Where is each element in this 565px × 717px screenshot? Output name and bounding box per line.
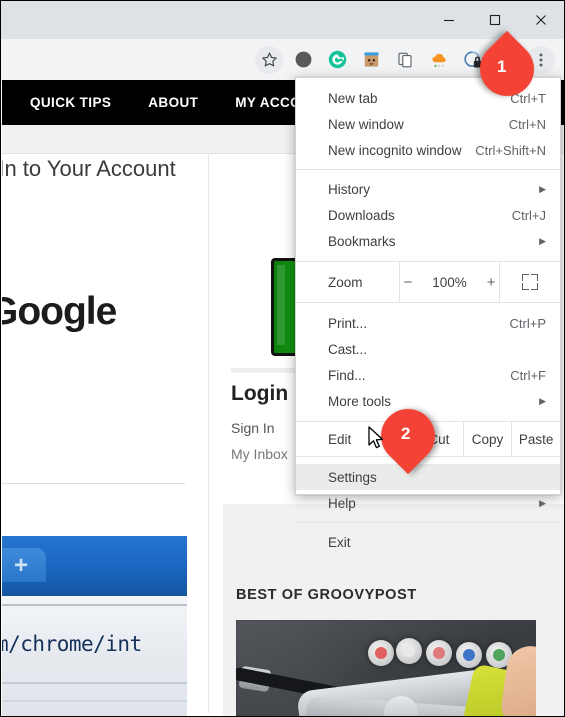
menu-item-label: Help [328, 495, 356, 511]
menu-item-accel: Ctrl+Shift+N [475, 142, 546, 158]
menu-separator [296, 522, 560, 523]
post-thumbnail-image [236, 620, 536, 716]
menu-item-label: Exit [328, 534, 351, 550]
paste-button[interactable]: Paste [511, 422, 560, 456]
fullscreen-icon [522, 274, 538, 290]
menu-item-accel: Ctrl+P [509, 315, 546, 331]
chrome-screenshot-photo: + m/chrome/int [2, 536, 187, 716]
menu-item-label: Settings [328, 469, 377, 485]
callout-marker-2: 2 [369, 397, 447, 475]
cloud-orange-icon[interactable] [425, 46, 453, 74]
menu-item-label: New window [328, 116, 404, 132]
menu-item-bookmarks[interactable]: Bookmarks ▶ [296, 228, 560, 254]
honey-bot-icon[interactable] [357, 46, 385, 74]
zoom-in-button[interactable]: + [487, 274, 496, 291]
browser-window: QUICK TIPS ABOUT MY ACCOUNT n In to Your… [0, 0, 565, 717]
menu-item-label: New incognito window [328, 142, 462, 158]
menu-item-label: History [328, 181, 371, 197]
menu-item-accel: Ctrl+F [510, 367, 546, 383]
chevron-right-icon: ▶ [539, 395, 546, 406]
copy-button[interactable]: Copy [462, 422, 512, 456]
menu-item-exit[interactable]: Exit [296, 529, 560, 555]
menu-separator [296, 169, 560, 170]
page-heading: n In to Your Account [2, 156, 176, 181]
photo-url-text: m/chrome/int [2, 632, 142, 656]
window-controls [426, 1, 564, 39]
menu-item-label: New tab [328, 90, 378, 106]
article-big-word: Google [2, 290, 117, 333]
bookmark-star-icon[interactable] [255, 45, 283, 74]
callout-number: 2 [401, 424, 411, 443]
zoom-out-button[interactable]: − [403, 274, 412, 291]
copy-pages-icon[interactable] [391, 46, 419, 74]
menu-item-new-window[interactable]: New window Ctrl+N [296, 111, 560, 137]
menu-item-label: Cast... [328, 341, 368, 357]
plus-icon: + [13, 552, 28, 579]
horizontal-rule [2, 483, 185, 484]
close-button[interactable] [518, 1, 564, 39]
fullscreen-button[interactable] [500, 262, 560, 302]
menu-item-label: More tools [328, 393, 392, 409]
login-card-title: Login [231, 382, 289, 405]
menu-item-cast[interactable]: Cast... [296, 336, 560, 362]
menu-item-accel: Ctrl+J [511, 207, 546, 223]
nav-item-about[interactable]: ABOUT [148, 95, 198, 110]
menu-item-history[interactable]: History ▶ [296, 176, 560, 202]
menu-item-find[interactable]: Find... Ctrl+F [296, 362, 560, 388]
extension-grey-moon-icon[interactable] [289, 46, 317, 74]
zoom-label: Zoom [328, 274, 363, 290]
column-divider [208, 153, 209, 713]
menu-item-label: Print... [328, 315, 368, 331]
callout-marker-1: 1 [468, 30, 546, 108]
menu-item-new-incognito-window[interactable]: New incognito window Ctrl+Shift+N [296, 137, 560, 163]
menu-item-label: Downloads [328, 207, 395, 223]
login-card-link-sign-in[interactable]: Sign In [231, 420, 275, 436]
grammarly-icon[interactable] [323, 46, 351, 74]
best-of-section-title: BEST OF GROOVYPOST [236, 587, 417, 603]
menu-item-label: Bookmarks [328, 233, 396, 249]
nav-item-quick-tips[interactable]: QUICK TIPS [30, 95, 111, 110]
chevron-right-icon: ▶ [539, 497, 546, 508]
minimize-button[interactable] [426, 1, 472, 39]
menu-item-downloads[interactable]: Downloads Ctrl+J [296, 202, 560, 228]
settings-menu-item[interactable]: Settings [296, 464, 560, 490]
maximize-button[interactable] [472, 1, 518, 39]
menu-zoom-row: Zoom − 100% + [296, 261, 560, 303]
menu-item-help[interactable]: Help ▶ [296, 490, 560, 516]
best-of-post[interactable]: HOW-TO What is Cord Cutting? Your Guide … [236, 620, 536, 716]
callout-number: 1 [497, 57, 507, 76]
menu-item-accel: Ctrl+N [508, 116, 546, 132]
zoom-level-value: 100% [432, 274, 467, 290]
chevron-right-icon: ▶ [539, 235, 546, 246]
login-card-link-my-inbox[interactable]: My Inbox [231, 446, 288, 462]
mouse-cursor-icon [367, 426, 387, 457]
menu-item-print[interactable]: Print... Ctrl+P [296, 310, 560, 336]
menu-item-label: Find... [328, 367, 366, 383]
window-title-bar [1, 1, 564, 39]
chevron-right-icon: ▶ [539, 183, 546, 194]
